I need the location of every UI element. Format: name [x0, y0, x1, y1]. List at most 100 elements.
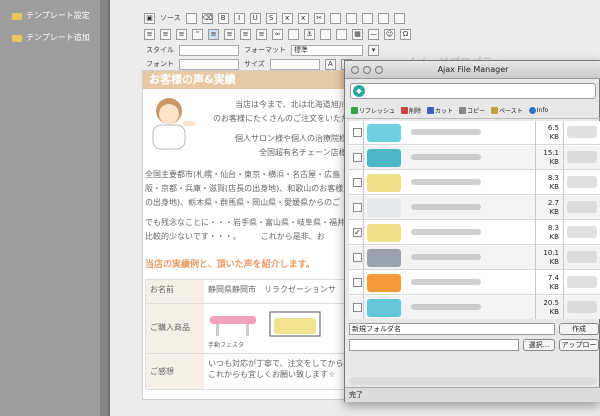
- create-folder-button[interactable]: 作成: [559, 323, 599, 335]
- align-center-icon[interactable]: ≡: [224, 28, 235, 40]
- file-date: [567, 226, 597, 238]
- file-thumbnail[interactable]: [367, 174, 401, 192]
- refresh-button[interactable]: リフレッシュ: [351, 106, 395, 115]
- quote-icon[interactable]: ": [192, 28, 203, 40]
- file-name[interactable]: [411, 254, 481, 260]
- smiley-icon[interactable]: ☺: [384, 28, 395, 40]
- horizontal-scrollbar[interactable]: [349, 377, 597, 385]
- align-right-icon[interactable]: ≡: [240, 28, 251, 40]
- style-select[interactable]: [179, 44, 239, 56]
- upload-file-input[interactable]: [349, 339, 519, 351]
- info-button[interactable]: Info: [528, 107, 548, 114]
- file-name[interactable]: [411, 204, 481, 210]
- image-icon[interactable]: [320, 28, 331, 40]
- cut-icon[interactable]: ✂: [313, 12, 325, 24]
- file-size: 10.1 KB: [543, 249, 559, 266]
- file-thumbnail[interactable]: [367, 274, 401, 292]
- file-checkbox[interactable]: [353, 278, 362, 287]
- file-name[interactable]: [411, 179, 481, 185]
- eraser-icon[interactable]: ⌫: [201, 12, 213, 24]
- italic-icon[interactable]: I: [233, 12, 245, 24]
- file-name[interactable]: [411, 229, 481, 235]
- area-line: 阪・京都・兵庫・滋賀(店長の出身地)、和歌山のお客様: [145, 184, 344, 193]
- unlink-icon[interactable]: [288, 28, 299, 40]
- subscript-icon[interactable]: x: [281, 12, 293, 24]
- product-label: ご購入商品: [146, 304, 204, 354]
- copy-icon[interactable]: [329, 12, 341, 24]
- paste-text-icon[interactable]: [361, 12, 373, 24]
- size-select[interactable]: [269, 58, 320, 70]
- file-name[interactable]: [411, 129, 481, 135]
- justify-icon[interactable]: ≡: [256, 28, 267, 40]
- file-checkbox[interactable]: [353, 178, 362, 187]
- file-checkbox[interactable]: [353, 303, 362, 312]
- document-icon[interactable]: [185, 12, 197, 24]
- file-checkbox[interactable]: [353, 153, 362, 162]
- folder-path-bar[interactable]: ◆: [350, 83, 596, 99]
- editor-toolbar-row-1: ▣ ソース ⌫ B I U S x x ✂: [110, 10, 600, 26]
- sidebar-item-template-add[interactable]: テンプレート追加: [0, 27, 100, 49]
- paste-button[interactable]: ペースト: [491, 106, 523, 115]
- link-icon[interactable]: ∞: [272, 28, 283, 40]
- file-name[interactable]: [411, 154, 481, 160]
- file-size: 2.7 KB: [547, 199, 559, 216]
- new-folder-input[interactable]: 新規フォルダ名: [349, 323, 555, 335]
- paste-label: ペースト: [499, 108, 523, 115]
- text-color-icon[interactable]: A: [324, 58, 336, 70]
- font-select[interactable]: [179, 58, 239, 70]
- source-icon[interactable]: ▣: [144, 12, 155, 24]
- column-separator: [535, 121, 536, 319]
- rule-icon[interactable]: —: [368, 28, 379, 40]
- close-window-button[interactable]: [351, 66, 359, 74]
- underline-icon[interactable]: U: [249, 12, 261, 24]
- file-toolbar: リフレッシュ 削除 カット コピー ペースト Info: [345, 103, 600, 119]
- file-size: 15.1 KB: [543, 149, 559, 166]
- file-checkbox[interactable]: [353, 253, 362, 262]
- browse-button[interactable]: 選択...: [523, 339, 555, 351]
- delete-button[interactable]: 削除: [401, 106, 421, 115]
- admin-sidebar: テンプレート設定 テンプレート追加: [0, 0, 100, 416]
- sidebar-divider: [100, 0, 108, 416]
- cut-button[interactable]: カット: [427, 106, 453, 115]
- strike-icon[interactable]: S: [265, 12, 277, 24]
- sidebar-item-label: テンプレート追加: [26, 33, 90, 42]
- print-icon[interactable]: [393, 12, 405, 24]
- intro-line: のお客様にたくさんのご注文をいただ: [213, 114, 349, 123]
- home-icon[interactable]: ◆: [353, 85, 365, 97]
- file-thumbnail[interactable]: [367, 199, 401, 217]
- indent-icon[interactable]: ≡: [176, 28, 187, 40]
- file-checkbox[interactable]: [353, 128, 362, 137]
- copy-icon: [459, 107, 467, 114]
- area-line: の出身地)、栃木県・群馬県・岡山県・愛媛県からのご: [145, 198, 341, 207]
- file-date: [567, 251, 597, 263]
- sidebar-item-template-settings[interactable]: テンプレート設定: [0, 5, 100, 27]
- bold-icon[interactable]: B: [217, 12, 229, 24]
- source-button[interactable]: ソース: [160, 13, 181, 23]
- file-thumbnail[interactable]: [367, 299, 401, 317]
- format-label: フォーマット: [244, 46, 286, 54]
- align-left-icon[interactable]: ≡: [208, 28, 219, 40]
- anchor-icon[interactable]: ⚓: [304, 28, 315, 40]
- folder-icon: [12, 12, 22, 20]
- list-icon[interactable]: ≡: [144, 28, 155, 40]
- minimize-window-button[interactable]: [363, 66, 371, 74]
- file-checkbox[interactable]: ✓: [353, 228, 362, 237]
- table-icon[interactable]: ▦: [352, 28, 363, 40]
- file-thumbnail[interactable]: [367, 124, 401, 142]
- paste-icon[interactable]: [345, 12, 357, 24]
- superscript-icon[interactable]: x: [297, 12, 309, 24]
- special-char-icon[interactable]: Ω: [400, 28, 411, 40]
- file-thumbnail[interactable]: [367, 224, 401, 242]
- flash-icon[interactable]: [336, 28, 347, 40]
- file-name[interactable]: [411, 279, 481, 285]
- file-name[interactable]: [411, 304, 481, 310]
- upload-button[interactable]: アップロー: [559, 339, 599, 351]
- file-thumbnail[interactable]: [367, 249, 401, 267]
- paste-word-icon[interactable]: [377, 12, 389, 24]
- file-checkbox[interactable]: [353, 203, 362, 212]
- zoom-window-button[interactable]: [375, 66, 383, 74]
- copy-button[interactable]: コピー: [459, 106, 485, 115]
- file-thumbnail[interactable]: [367, 149, 401, 167]
- outdent-icon[interactable]: ≡: [160, 28, 171, 40]
- name-label: お名前: [146, 280, 204, 304]
